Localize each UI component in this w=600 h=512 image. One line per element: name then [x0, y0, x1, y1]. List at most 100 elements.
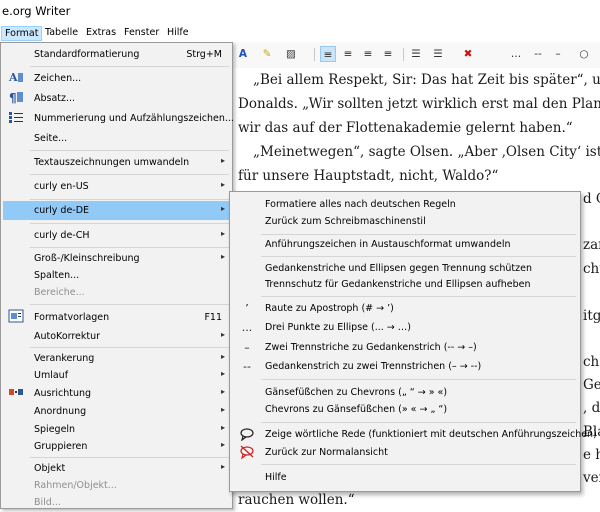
menu-separator [30, 247, 229, 248]
menu-item-formatvorlagen[interactable]: Formatvorlagen F11 [3, 308, 230, 327]
submenu-item-label: Zwei Trennstriche zu Gedankenstrich (-- … [265, 342, 477, 353]
document-line: ch n [583, 354, 600, 370]
menu-extras[interactable]: Extras [86, 27, 116, 38]
menu-separator [30, 150, 229, 151]
menu-item-label: Groß-/Kleinschreibung [34, 253, 140, 264]
dash-button[interactable]: – [550, 46, 566, 62]
submenu-item-chevrons-gaensefuesschen[interactable]: Chevrons zu Gänsefüßchen (» « → „ “) [232, 401, 578, 419]
menu-item-curly-de-de[interactable]: curly de-DE ▸ [3, 201, 230, 220]
menu-item-curly-en-us[interactable]: curly en-US ▸ [3, 177, 230, 196]
menu-item-label: Formatvorlagen [34, 312, 110, 323]
document-line: d C [583, 191, 600, 207]
submenu-item-label: Trennschutz für Gedankenstriche und Elli… [265, 279, 531, 290]
menu-item-zeichen[interactable]: A Zeichen... [3, 69, 230, 88]
document-line: zar [583, 237, 600, 253]
submenu-item-gedankenstrich-trennstriche[interactable]: -- Gedankenstrich zu zwei Trennstrichen … [232, 358, 578, 376]
menu-item-curly-de-ch[interactable]: curly de-CH ▸ [3, 226, 230, 245]
submenu-item-label: Raute zu Apostroph (# → ’) [265, 303, 394, 314]
document-line: , di [583, 400, 600, 416]
submenu-item-woertliche-rede[interactable]: Zeige wörtliche Rede (funktioniert mit d… [232, 426, 597, 444]
submenu-item-label: Hilfe [265, 472, 287, 483]
submenu-item-label: Zeige wörtliche Rede (funktioniert mit d… [265, 429, 597, 440]
menu-item-gruppieren[interactable]: Gruppieren ▸ [3, 437, 230, 456]
submenu-item-normalansicht[interactable]: Zurück zur Normalansicht [232, 444, 578, 462]
align-center-icon[interactable]: ≡ [340, 46, 356, 62]
highlight-icon[interactable]: ✎ [259, 46, 275, 62]
submenu-item-gaensefuesschen-chevrons[interactable]: Gänsefüßchen zu Chevrons („ “ → » «) [232, 384, 578, 402]
title-bar: e.org Writer [0, 0, 600, 22]
submenu-item-raute-apostroph[interactable]: ’ Raute zu Apostroph (# → ’) [232, 300, 578, 318]
menu-item-autokorrektur[interactable]: AutoKorrektur ▸ [3, 327, 230, 346]
delete-icon[interactable]: ✖ [460, 46, 476, 62]
align-left-icon[interactable]: ≡ [320, 46, 336, 62]
curly-de-submenu: Formatiere alles nach deutschen Regeln Z… [229, 191, 597, 492]
submenu-item-label: Gedankenstriche und Ellipsen gegen Trenn… [265, 263, 532, 274]
document-line: wir das auf der Flottenakademie gelernt … [238, 120, 573, 136]
submenu-item-schreibmaschinenstil[interactable]: Zurück zum Schreibmaschinenstil [232, 213, 578, 231]
speech-bubble-button[interactable]: ○ [576, 46, 592, 62]
submenu-item-formatiere-alles[interactable]: Formatiere alles nach deutschen Regeln [232, 196, 578, 214]
menu-format[interactable]: Format [1, 26, 43, 41]
bullets-icon[interactable]: ☰ [430, 46, 446, 62]
font-color-icon[interactable]: A [235, 46, 251, 62]
speech-bubble-crossed-icon [237, 445, 257, 461]
menu-item-umlauf[interactable]: Umlauf ▸ [3, 366, 230, 385]
menu-item-anordnung[interactable]: Anordnung ▸ [3, 402, 230, 421]
menu-tabelle[interactable]: Tabelle [45, 27, 78, 38]
menu-item-label: Gruppieren [34, 441, 88, 452]
menu-item-bereiche: Bereiche... [3, 283, 230, 302]
en-dash-icon: – [244, 341, 250, 354]
submenu-item-hilfe[interactable]: Hilfe [232, 469, 578, 487]
menu-hilfe[interactable]: Hilfe [167, 27, 189, 38]
numbering-icon[interactable]: ☰ [408, 46, 424, 62]
document-line: e ha [583, 447, 600, 463]
double-hyphen-button[interactable]: -- [530, 46, 546, 62]
document-line: Geg [583, 377, 600, 393]
justify-icon[interactable]: ≡ [380, 46, 396, 62]
menu-separator [261, 234, 576, 235]
menu-separator [30, 347, 229, 348]
submenu-item-label: Zurück zum Schreibmaschinenstil [265, 216, 426, 227]
background-color-icon[interactable]: ▨ [283, 46, 299, 62]
chevron-right-icon: ▸ [221, 387, 226, 396]
toolbar-separator [403, 48, 404, 61]
chevron-right-icon: ▸ [221, 330, 226, 339]
menu-item-label: Umlauf [34, 370, 69, 381]
menu-item-label: Standardformatierung [34, 49, 140, 60]
menu-item-label: Spiegeln [34, 424, 76, 435]
chevron-right-icon: ▸ [221, 405, 226, 414]
submenu-item-trennschutz-aufheben[interactable]: Trennschutz für Gedankenstriche und Elli… [232, 276, 578, 294]
menu-item-label: Textauszeichnungen umwandeln [34, 157, 190, 168]
document-line: rauchen wollen.“ [238, 492, 355, 508]
chevron-right-icon: ▸ [221, 440, 226, 449]
shortcut-label: F11 [204, 312, 222, 323]
ellipsis-button[interactable]: … [508, 46, 524, 62]
styles-icon [7, 309, 25, 326]
submenu-item-label: Chevrons zu Gänsefüßchen (» « → „ “) [265, 404, 448, 415]
toolbar-separator [314, 48, 315, 61]
menu-separator [30, 199, 229, 200]
submenu-item-drei-punkte[interactable]: ... Drei Punkte zu Ellipse (... → …) [232, 319, 578, 337]
submenu-item-label: Drei Punkte zu Ellipse (... → …) [265, 322, 411, 333]
menu-item-label: Verankerung [34, 353, 95, 364]
menu-item-label: Anordnung [34, 406, 87, 417]
align-right-icon[interactable]: ≡ [360, 46, 376, 62]
menu-item-absatz[interactable]: ¶ Absatz... [3, 89, 230, 108]
submenu-item-label: Formatiere alles nach deutschen Regeln [265, 199, 456, 210]
menu-item-nummerierung[interactable]: Nummerierung und Aufzählungszeichen... [3, 109, 234, 128]
menu-item-textauszeichnungen[interactable]: Textauszeichnungen umwandeln ▸ [3, 153, 230, 172]
submenu-item-austauschformat[interactable]: Anführungszeichen in Austauschformat umw… [232, 236, 578, 254]
document-line: itgl [583, 308, 600, 324]
menu-item-label: Nummerierung und Aufzählungszeichen... [34, 113, 234, 124]
menu-item-standardformatierung[interactable]: Standardformatierung Strg+M [3, 45, 230, 64]
svg-text:A: A [8, 71, 18, 84]
menu-item-seite[interactable]: Seite... [3, 129, 230, 148]
menu-separator [30, 223, 229, 224]
menu-item-ausrichtung[interactable]: Ausrichtung ▸ [3, 384, 230, 403]
menu-fenster[interactable]: Fenster [124, 27, 159, 38]
menu-separator [30, 304, 229, 305]
submenu-item-label: Gedankenstrich zu zwei Trennstrichen (– … [265, 361, 482, 372]
submenu-item-zwei-trennstriche[interactable]: – Zwei Trennstriche zu Gedankenstrich (-… [232, 339, 578, 357]
menu-separator [261, 256, 576, 257]
apostrophe-icon: ’ [245, 302, 249, 315]
